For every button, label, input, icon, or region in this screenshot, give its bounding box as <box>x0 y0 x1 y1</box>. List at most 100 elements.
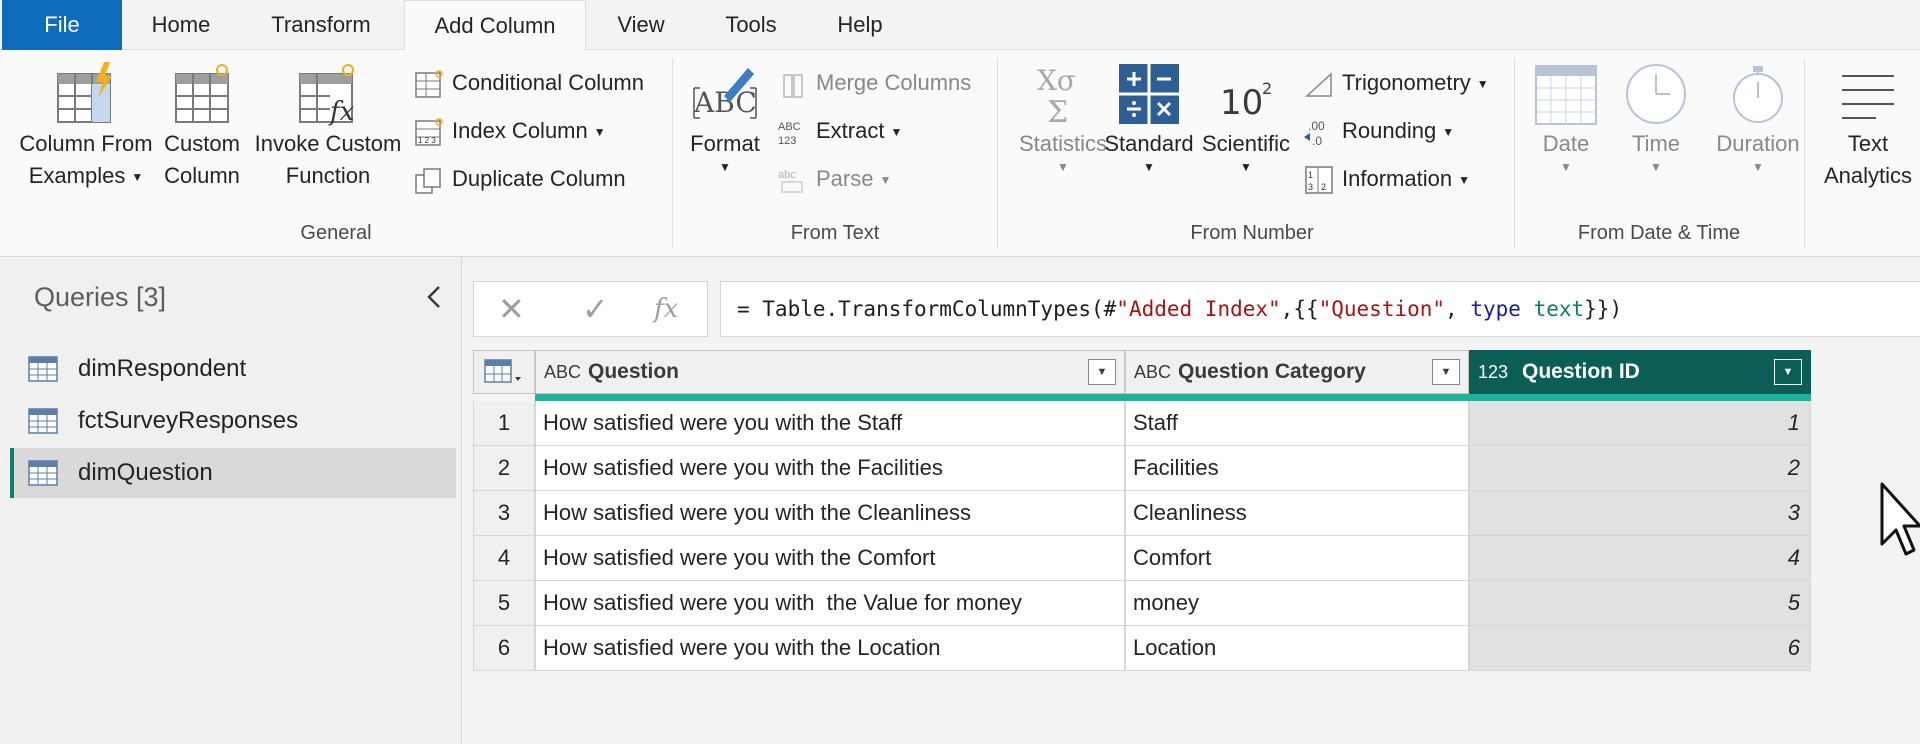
custom-column-button[interactable]: Custom Column <box>162 62 242 192</box>
tab-add-column[interactable]: Add Column <box>404 0 586 51</box>
format-button[interactable]: ABC Format ▼ <box>686 62 764 174</box>
extract-label: Extract <box>816 118 885 143</box>
date-button[interactable]: Date ▼ <box>1524 62 1608 174</box>
parse-button[interactable]: abc Parse ▼ <box>778 162 891 196</box>
collapse-pane-icon[interactable] <box>424 284 444 317</box>
query-item-fctsurveyresponses[interactable]: fctSurveyResponses <box>10 396 456 446</box>
trigonometry-button[interactable]: Trigonometry ▼ <box>1304 66 1489 100</box>
chevron-down-icon: ▼ <box>1442 125 1455 140</box>
merge-columns-label: Merge Columns <box>816 70 972 95</box>
cancel-formula-icon[interactable]: ✕ <box>498 290 525 328</box>
formula-text: ,{{ <box>1280 297 1319 321</box>
svg-text:3: 3 <box>1308 182 1313 192</box>
cell-question-id[interactable]: 6 <box>1469 626 1811 671</box>
from-text-group-label: From Text <box>790 222 880 244</box>
svg-text:Χσ: Χσ <box>1037 64 1076 97</box>
cell-question[interactable]: How satisfied were you with the Comfort <box>535 536 1125 581</box>
cell-question-id[interactable]: 2 <box>1469 446 1811 491</box>
svg-text:1: 1 <box>1308 170 1313 180</box>
ribbon-separator <box>672 58 673 248</box>
information-label: Information <box>1342 166 1453 191</box>
text-analytics-icon <box>1842 75 1894 119</box>
duplicate-column-button[interactable]: Duplicate Column <box>414 162 626 196</box>
formula-string: "Added Index" <box>1116 297 1281 321</box>
from-datetime-group-label: From Date & Time <box>1577 222 1741 244</box>
cell-question-id[interactable]: 5 <box>1469 581 1811 626</box>
cell-question[interactable]: How satisfied were you with the Staff <box>535 401 1125 446</box>
cell-question-category[interactable]: Location <box>1125 626 1469 671</box>
formula-prefix: = Table.TransformColumnTypes(# <box>737 297 1117 321</box>
custom-column-label-1: Custom <box>164 131 240 156</box>
formula-keyword: type <box>1470 297 1521 321</box>
svg-text:ABC: ABC <box>693 86 757 119</box>
formula-input[interactable]: = Table.TransformColumnTypes(#"Added Ind… <box>720 281 1920 337</box>
query-item-dimquestion[interactable]: dimQuestion <box>10 448 456 498</box>
text-analytics-label-2: Analytics <box>1823 163 1913 188</box>
cell-question-id[interactable]: 4 <box>1469 536 1811 581</box>
chevron-down-icon: ▼ <box>1560 160 1572 174</box>
chevron-down-icon: ▼ <box>890 125 903 140</box>
svg-text:abc: abc <box>778 169 796 181</box>
commit-formula-icon[interactable]: ✓ <box>582 290 609 328</box>
tab-transform[interactable]: Transform <box>240 0 402 50</box>
scientific-button[interactable]: 10 2 Scientific ▼ <box>1198 62 1294 174</box>
column-header-question-id[interactable]: 123 Question ID ▼ <box>1469 350 1811 394</box>
custom-column-label-2: Column <box>164 163 240 188</box>
custom-column-icon <box>175 64 229 123</box>
chevron-down-icon: ▼ <box>1476 77 1489 92</box>
filter-dropdown-icon[interactable]: ▼ <box>1088 359 1116 385</box>
cell-question-category[interactable]: money <box>1125 581 1469 626</box>
cell-question-category[interactable]: Staff <box>1125 401 1469 446</box>
row-number: 6 <box>473 626 535 671</box>
queries-title: Queries [3] <box>34 282 167 312</box>
extract-button[interactable]: ABC 123 Extract ▼ <box>778 114 902 148</box>
cell-question[interactable]: How satisfied were you with the Location <box>535 626 1125 671</box>
cell-question-category[interactable]: Cleanliness <box>1125 491 1469 536</box>
index-column-button[interactable]: 1 2 3 Index Column ▼ <box>414 114 606 148</box>
table-icon <box>28 460 58 486</box>
tab-file[interactable]: File <box>2 0 122 50</box>
table-menu-button[interactable] <box>473 350 535 394</box>
tab-view[interactable]: View <box>586 0 696 50</box>
ribbon-separator <box>997 58 998 248</box>
merge-columns-button[interactable]: Merge Columns <box>778 66 971 100</box>
tab-tools[interactable]: Tools <box>696 0 806 50</box>
column-header-question-category[interactable]: ABC Question Category ▼ <box>1125 350 1469 394</box>
text-analytics-button[interactable]: Text Analytics <box>1818 62 1918 192</box>
scientific-icon: 10 2 <box>1220 79 1272 123</box>
cell-question[interactable]: How satisfied were you with the Faciliti… <box>535 446 1125 491</box>
cell-question-category[interactable]: Facilities <box>1125 446 1469 491</box>
column-header-question[interactable]: ABC Question ▼ <box>535 350 1125 394</box>
query-item-dimrespondent[interactable]: dimRespondent <box>10 344 456 394</box>
tab-help[interactable]: Help <box>806 0 914 50</box>
merge-columns-icon <box>783 74 803 98</box>
date-label: Date <box>1542 131 1590 156</box>
cell-question[interactable]: How satisfied were you with the Value fo… <box>535 581 1125 626</box>
duration-button[interactable]: Duration ▼ <box>1706 62 1810 174</box>
formula-text <box>1521 297 1534 321</box>
filter-dropdown-icon[interactable]: ▼ <box>1432 359 1460 385</box>
trigonometry-icon <box>1305 72 1332 97</box>
cell-question-category[interactable]: Comfort <box>1125 536 1469 581</box>
time-button[interactable]: Time ▼ <box>1614 62 1698 174</box>
fx-icon[interactable]: fx <box>654 294 678 324</box>
invoke-custom-function-button[interactable]: fx Invoke Custom Function <box>252 62 404 192</box>
formula-string: "Question" <box>1318 297 1446 321</box>
tab-home[interactable]: Home <box>122 0 240 50</box>
cell-question-id[interactable]: 1 <box>1469 401 1811 446</box>
trigonometry-label: Trigonometry <box>1342 70 1471 95</box>
conditional-column-button[interactable]: Conditional Column <box>414 66 644 100</box>
text-type-icon: ABC <box>544 362 582 382</box>
row-number: 1 <box>473 401 535 446</box>
information-button[interactable]: 1 3 2 Information ▼ <box>1304 162 1470 196</box>
ribbon-separator <box>1804 58 1805 248</box>
rounding-button[interactable]: .00 .0 Rounding ▼ <box>1304 114 1454 148</box>
cell-question-id[interactable]: 3 <box>1469 491 1811 536</box>
column-from-examples-button[interactable]: Column From Examples ▼ <box>14 62 158 193</box>
ribbon-separator <box>1514 58 1515 248</box>
cell-question[interactable]: How satisfied were you with the Cleanlin… <box>535 491 1125 536</box>
svg-text:fx: fx <box>328 97 355 126</box>
table-row: 3 How satisfied were you with the Cleanl… <box>473 491 1811 536</box>
standard-button[interactable]: Standard ▼ <box>1100 62 1198 174</box>
filter-dropdown-icon[interactable]: ▼ <box>1774 359 1802 385</box>
